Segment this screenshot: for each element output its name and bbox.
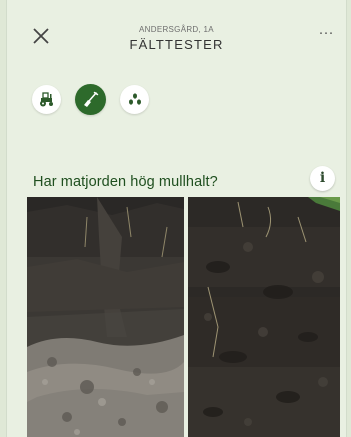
seeds-icon	[128, 93, 141, 105]
app-screen: ANDERSGÅRD, 1A FÄLTTESTER ··· Har matjor…	[6, 0, 347, 437]
tractor-test-button[interactable]	[32, 85, 61, 114]
shovel-test-button[interactable]	[75, 84, 106, 115]
test-category-selector	[32, 84, 149, 115]
question-heading: Har matjorden hög mullhalt?	[33, 174, 218, 190]
info-button[interactable]: i	[310, 166, 335, 191]
header: ANDERSGÅRD, 1A FÄLTTESTER ···	[7, 0, 346, 66]
more-options-button[interactable]: ···	[314, 25, 338, 44]
shovel-icon	[84, 91, 99, 107]
page-title: FÄLTTESTER	[129, 37, 224, 52]
soil-photo-low-humus[interactable]	[27, 197, 184, 437]
seeds-test-button[interactable]	[120, 85, 149, 114]
farm-subtitle: ANDERSGÅRD, 1A	[139, 25, 214, 34]
tractor-icon	[40, 92, 53, 107]
soil-photo-high-humus[interactable]	[188, 197, 340, 437]
